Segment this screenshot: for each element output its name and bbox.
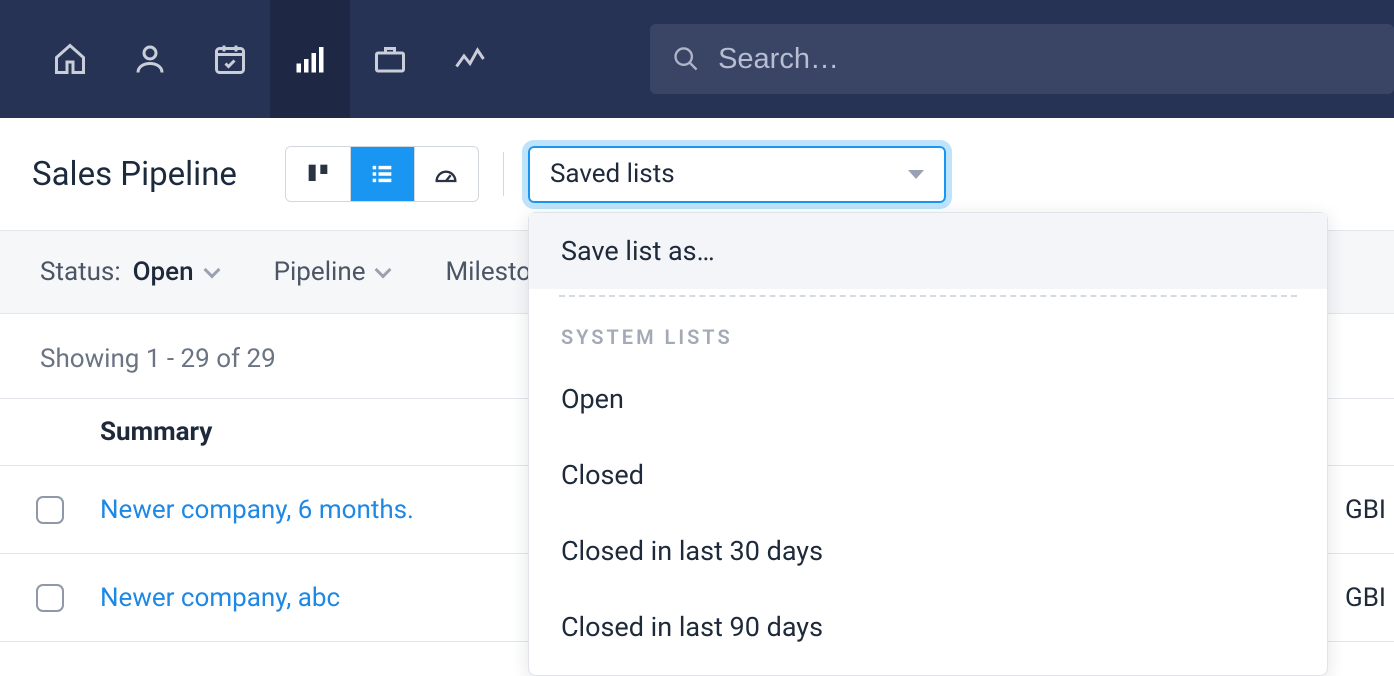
system-list-item[interactable]: Closed	[529, 437, 1327, 513]
view-toggle	[285, 146, 479, 202]
column-header-summary[interactable]: Summary	[100, 417, 212, 447]
filter-pipeline[interactable]: Pipeline	[274, 257, 390, 287]
chevron-down-icon	[375, 262, 392, 279]
view-board-button[interactable]	[286, 147, 350, 201]
nav-trend[interactable]	[430, 0, 510, 118]
divider	[503, 152, 504, 196]
chevron-down-icon	[908, 170, 924, 179]
top-nav	[0, 0, 1394, 118]
search-icon	[672, 44, 700, 74]
bars-signal-icon	[292, 41, 328, 77]
search-field[interactable]	[650, 24, 1394, 94]
row-summary-link[interactable]: Newer company, 6 months.	[100, 495, 414, 525]
gauge-icon	[432, 160, 460, 188]
chevron-down-icon	[203, 262, 220, 279]
trend-icon	[452, 41, 488, 77]
view-dashboard-button[interactable]	[414, 147, 478, 201]
filter-milestone[interactable]: Milesto	[445, 257, 531, 287]
home-icon	[52, 41, 88, 77]
nav-person[interactable]	[110, 0, 190, 118]
filter-pipeline-label: Pipeline	[274, 257, 366, 287]
row-checkbox[interactable]	[36, 496, 64, 524]
subheader: Sales Pipeline Saved lists Save list as……	[0, 118, 1394, 230]
row-summary-link[interactable]: Newer company, abc	[100, 583, 340, 613]
dropdown-heading: SYSTEM LISTS	[529, 297, 1327, 361]
saved-lists: Saved lists Save list as… SYSTEM LISTS O…	[528, 146, 946, 203]
filter-milestone-label: Milesto	[445, 257, 531, 287]
row-checkbox[interactable]	[36, 584, 64, 612]
search-input[interactable]	[718, 43, 1394, 76]
row-checkbox-cell	[0, 584, 100, 612]
list-icon	[368, 160, 396, 188]
nav-pipeline[interactable]	[270, 0, 350, 118]
page-title: Sales Pipeline	[32, 155, 237, 194]
nav-home[interactable]	[30, 0, 110, 118]
nav-briefcase[interactable]	[350, 0, 430, 118]
save-list-as-item[interactable]: Save list as…	[529, 213, 1327, 289]
briefcase-icon	[372, 41, 408, 77]
nav-calendar[interactable]	[190, 0, 270, 118]
filter-status-label: Status:	[40, 257, 121, 287]
saved-lists-button[interactable]: Saved lists	[528, 146, 946, 203]
view-list-button[interactable]	[350, 147, 414, 201]
saved-lists-label: Saved lists	[550, 159, 675, 189]
saved-lists-dropdown: Save list as… SYSTEM LISTS Open Closed C…	[528, 212, 1328, 676]
system-list-item[interactable]: Closed in last 30 days	[529, 513, 1327, 589]
person-icon	[132, 41, 168, 77]
board-icon	[304, 160, 332, 188]
filter-status-value: Open	[133, 257, 194, 287]
row-right-value: GBI	[1345, 583, 1394, 613]
row-checkbox-cell	[0, 496, 100, 524]
calendar-check-icon	[212, 41, 248, 77]
system-list-item[interactable]: Closed in last 90 days	[529, 589, 1327, 665]
row-right-value: GBI	[1345, 495, 1394, 525]
filter-status[interactable]: Status: Open	[40, 257, 218, 287]
system-list-item[interactable]: Open	[529, 361, 1327, 437]
